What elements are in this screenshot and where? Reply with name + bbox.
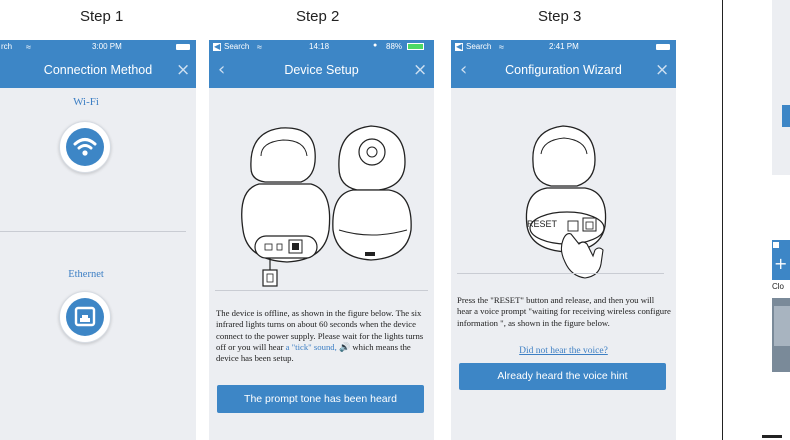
device-offline-description: The device is offline, as shown in the f… bbox=[216, 308, 430, 364]
wifi-signal-icon: ≈ bbox=[257, 42, 262, 52]
cropped-text-fragment bbox=[762, 432, 790, 440]
close-icon[interactable]: × bbox=[413, 60, 427, 80]
cropped-header: + bbox=[772, 240, 790, 280]
battery-icon bbox=[176, 44, 190, 50]
step-1-heading: Step 1 bbox=[80, 8, 124, 25]
option-divider bbox=[0, 231, 186, 232]
nav-title: Device Setup bbox=[284, 63, 359, 77]
status-bar: ◀ Search ≈ 2:41 PM bbox=[451, 40, 676, 54]
status-time: 2:41 PM bbox=[549, 42, 579, 51]
heard-voice-hint-button[interactable]: Already heard the voice hint bbox=[459, 363, 666, 390]
cropped-app-icon bbox=[773, 242, 779, 248]
cropped-thumbnail bbox=[772, 298, 790, 372]
cropped-button bbox=[782, 105, 790, 127]
prompt-tone-heard-button[interactable]: The prompt tone has been heard bbox=[217, 385, 424, 413]
ethernet-icon bbox=[66, 298, 104, 336]
wifi-option-label[interactable]: Wi-Fi bbox=[56, 96, 116, 108]
carrier-label: Search bbox=[224, 42, 250, 51]
carrier-label: rch bbox=[1, 42, 13, 51]
step-3-heading: Step 3 bbox=[538, 8, 582, 25]
wifi-signal-icon: ≈ bbox=[499, 42, 504, 52]
cropped-tag: Clo bbox=[772, 282, 785, 291]
carrier-label: Search bbox=[466, 42, 492, 51]
step-2-heading: Step 2 bbox=[296, 8, 340, 25]
panel-separator bbox=[722, 0, 723, 440]
reset-instructions: Press the "RESET" button and release, an… bbox=[457, 295, 671, 328]
cropped-screen-top bbox=[772, 0, 790, 175]
nav-bar: ‹ Device Setup × bbox=[209, 54, 434, 88]
status-bar: ◀ Search ≈ 14:18 ● 88% bbox=[209, 40, 434, 54]
camera-illustration bbox=[241, 125, 412, 287]
alarm-icon: ● bbox=[373, 42, 378, 49]
wifi-option-button[interactable] bbox=[59, 121, 111, 173]
wifi-signal-icon: ≈ bbox=[26, 42, 31, 52]
nav-title: Connection Method bbox=[43, 63, 153, 77]
nav-title: Configuration Wizard bbox=[505, 63, 622, 77]
section-divider bbox=[457, 273, 664, 274]
battery-percent: 88% bbox=[386, 42, 403, 51]
reset-illustration bbox=[525, 125, 607, 279]
ethernet-option-label[interactable]: Ethernet bbox=[56, 269, 116, 280]
tick-sound-link[interactable]: a "tick" sound, bbox=[286, 342, 337, 352]
step-2-screen: ◀ Search ≈ 14:18 ● 88% ‹ Device Setup × bbox=[209, 40, 434, 440]
status-time: 14:18 bbox=[309, 42, 330, 51]
wifi-icon bbox=[66, 128, 104, 166]
section-divider bbox=[215, 290, 428, 291]
back-app-icon: ◀ bbox=[455, 42, 464, 51]
nav-bar: ‹ Configuration Wizard × bbox=[451, 54, 676, 88]
thumbnail-detail bbox=[774, 306, 790, 346]
ethernet-option-button[interactable] bbox=[59, 291, 111, 343]
battery-icon bbox=[656, 44, 670, 50]
close-icon[interactable]: × bbox=[655, 60, 669, 80]
tutorial-canvas: Step 1 Step 2 Step 3 rch ≈ 3:00 PM Conne… bbox=[0, 0, 790, 440]
step-1-screen: rch ≈ 3:00 PM Connection Method × Wi-Fi … bbox=[0, 40, 196, 440]
back-app-icon: ◀ bbox=[213, 42, 222, 51]
text-fragment-mark bbox=[762, 435, 782, 438]
status-time: 3:00 PM bbox=[92, 42, 122, 51]
did-not-hear-voice-link[interactable]: Did not hear the voice? bbox=[451, 346, 676, 356]
speaker-icon[interactable]: 🔊 bbox=[339, 342, 350, 352]
add-icon[interactable]: + bbox=[774, 254, 787, 273]
close-icon[interactable]: × bbox=[176, 60, 190, 80]
battery-icon bbox=[407, 43, 424, 50]
status-bar: rch ≈ 3:00 PM bbox=[0, 40, 196, 54]
step-3-screen: ◀ Search ≈ 2:41 PM ‹ Configuration Wizar… bbox=[451, 40, 676, 440]
nav-bar: Connection Method × bbox=[0, 54, 196, 88]
reset-button-label: RESET bbox=[527, 219, 558, 229]
